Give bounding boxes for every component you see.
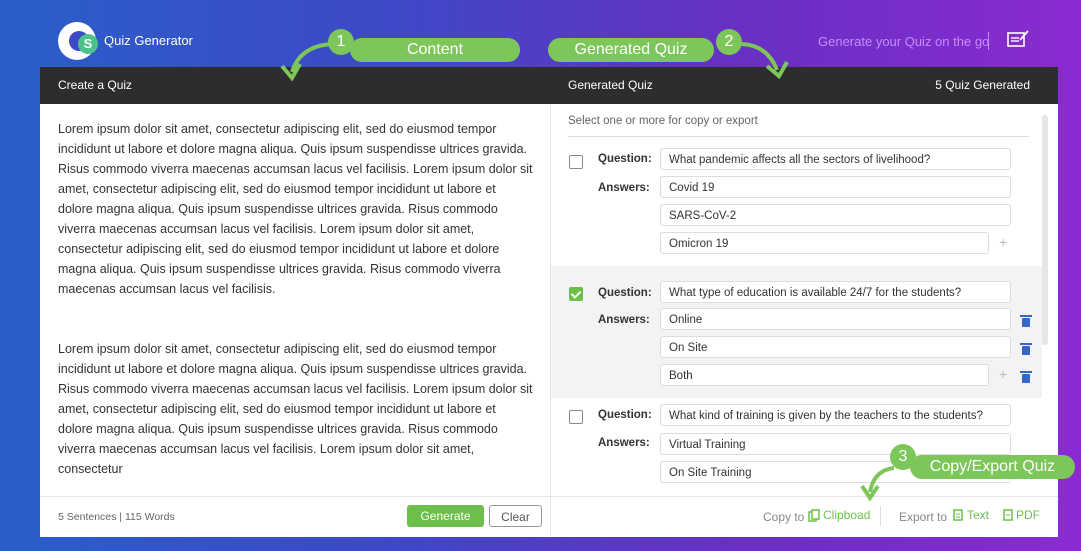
export-text-label: Text — [967, 508, 990, 522]
delete-answer-2-1-icon[interactable] — [1020, 315, 1032, 327]
callout-copy-export: Copy/Export Quiz — [910, 455, 1075, 479]
tagline: Generate your Quiz on the go — [818, 34, 990, 49]
edit-note-icon[interactable] — [1007, 30, 1029, 48]
delete-answer-2-3-icon[interactable] — [1020, 371, 1032, 383]
hint-divider — [568, 136, 1029, 137]
app-title: Quiz Generator — [104, 33, 193, 48]
callout-1-arrow-icon — [280, 42, 333, 82]
pdf-file-icon — [1003, 509, 1013, 521]
add-answer-1-icon[interactable]: + — [999, 234, 1007, 250]
clipboard-link[interactable]: Clipboad — [808, 508, 870, 522]
quiz-count: 5 Quiz Generated — [935, 78, 1030, 92]
add-answer-2-icon[interactable]: + — [999, 366, 1007, 382]
text-file-icon — [953, 509, 963, 521]
export-pdf-link[interactable]: PDF — [1003, 508, 1040, 522]
clear-button[interactable]: Clear — [489, 505, 542, 527]
footer-divider — [40, 496, 1058, 497]
question-1-field[interactable]: What pandemic affects all the sectors of… — [660, 148, 1011, 170]
generate-button[interactable]: Generate — [407, 505, 484, 527]
clipboard-icon — [808, 508, 820, 522]
question-1-label: Question: — [598, 153, 652, 165]
answer-2-3-field[interactable]: Both — [660, 364, 989, 386]
logo-s-badge: S — [78, 34, 98, 54]
answer-1-1-field[interactable]: Covid 19 — [660, 176, 1011, 198]
scrollbar[interactable] — [1042, 115, 1048, 345]
answer-2-2-field[interactable]: On Site — [660, 336, 1011, 358]
content-stats: 5 Sentences | 115 Words — [58, 511, 175, 523]
question-2-checkbox[interactable] — [569, 287, 583, 301]
answer-2-1-field[interactable]: Online — [660, 308, 1011, 330]
question-3-label: Question: — [598, 409, 652, 421]
answer-3-1-field[interactable]: Virtual Training — [660, 433, 1011, 455]
question-2-label: Question: — [598, 287, 652, 299]
create-quiz-title: Create a Quiz — [58, 78, 133, 92]
panel-divider — [550, 104, 551, 537]
content-paragraph-1[interactable]: Lorem ipsum dolor sit amet, consectetur … — [58, 119, 533, 299]
selection-hint: Select one or more for copy or export — [568, 115, 758, 127]
answer-1-2-field[interactable]: SARS-CoV-2 — [660, 204, 1011, 226]
header-divider — [988, 32, 989, 50]
copy-to-label: Copy to — [763, 510, 805, 524]
content-paragraph-2[interactable]: Lorem ipsum dolor sit amet, consectetur … — [58, 339, 533, 479]
question-3-checkbox[interactable] — [569, 410, 583, 424]
delete-answer-2-2-icon[interactable] — [1020, 343, 1032, 355]
generated-quiz-title: Generated Quiz — [568, 78, 653, 92]
export-to-label: Export to — [899, 510, 948, 524]
question-1-checkbox[interactable] — [569, 155, 583, 169]
clipboard-label: Clipboad — [823, 508, 871, 522]
question-3-field[interactable]: What kind of training is given by the te… — [660, 404, 1011, 426]
answers-3-label: Answers: — [598, 437, 650, 449]
answers-1-label: Answers: — [598, 182, 650, 194]
callout-2-arrow-icon — [738, 42, 789, 80]
callout-3-arrow-icon — [860, 466, 895, 502]
generated-quiz-bar: Generated Quiz 5 Quiz Generated — [550, 67, 1058, 104]
footer-separator — [880, 506, 881, 526]
answer-1-3-field[interactable]: Omicron 19 — [660, 232, 989, 254]
export-text-link[interactable]: Text — [953, 508, 989, 522]
export-pdf-label: PDF — [1016, 508, 1040, 522]
question-2-field[interactable]: What type of education is available 24/7… — [660, 281, 1011, 303]
answers-2-label: Answers: — [598, 314, 650, 326]
callout-generated-quiz: Generated Quiz — [548, 38, 714, 62]
callout-content: Content — [350, 38, 520, 62]
